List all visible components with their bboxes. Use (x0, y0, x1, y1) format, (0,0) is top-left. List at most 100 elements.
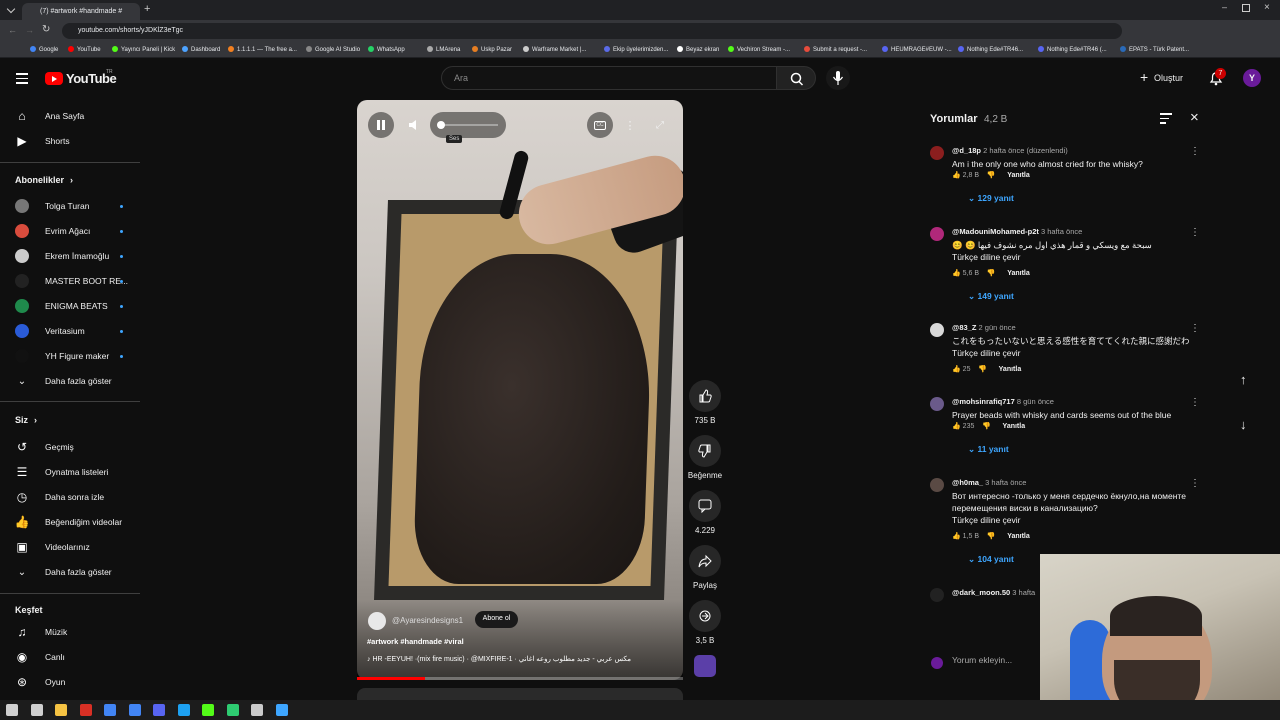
commenter-avatar[interactable] (930, 323, 944, 337)
bookmark-item[interactable]: Submit a request -... (804, 46, 867, 53)
commenter-avatar[interactable] (930, 478, 944, 492)
browser-tab[interactable]: (7) #artwork #handmade # (22, 3, 140, 20)
sidebar-subscription[interactable]: ENIGMA BEATS (0, 295, 140, 317)
reload-icon[interactable]: ↻ (42, 24, 50, 35)
sidebar-item-like[interactable]: 👍 Beğendiğim videolar (0, 511, 140, 533)
comments-button[interactable] (689, 490, 721, 522)
sidebar-item-home[interactable]: ⌂ Ana Sayfa (0, 105, 140, 127)
bookmark-item[interactable]: Yayıncı Paneli | Kick (112, 46, 175, 53)
remix-button[interactable] (689, 600, 721, 632)
sidebar-item-clock[interactable]: ◷ Daha sonra izle (0, 486, 140, 508)
comment-menu-icon[interactable]: ⋮ (1190, 478, 1200, 489)
sidebar-item-history[interactable]: ↺ Geçmiş (0, 436, 140, 458)
show-more-you[interactable]: ⌄ Daha fazla göster (0, 561, 140, 583)
captions-button[interactable]: CC (587, 112, 613, 138)
bookmark-item[interactable]: EPATS - Türk Patent... (1120, 46, 1189, 53)
show-more-subscriptions[interactable]: ⌄ Daha fazla göster (0, 370, 140, 392)
taskbar-app-icon[interactable] (6, 704, 18, 716)
explore-header[interactable]: Keşfet (15, 605, 43, 615)
youtube-logo-icon[interactable] (45, 72, 63, 85)
new-tab-icon[interactable]: + (144, 3, 150, 15)
account-avatar[interactable]: Y (1243, 69, 1261, 87)
like-button[interactable] (689, 380, 721, 412)
comment-menu-icon[interactable]: ⋮ (1190, 323, 1200, 334)
scroll-up-button[interactable]: ↑ (1240, 372, 1247, 387)
taskbar-app-icon[interactable] (202, 704, 214, 716)
bookmark-item[interactable]: Uskp Pazar (472, 46, 512, 53)
close-window-icon[interactable]: × (1264, 2, 1270, 13)
share-button[interactable] (689, 545, 721, 577)
dislike-button[interactable] (689, 435, 721, 467)
bookmark-item[interactable]: Warframe Market |... (523, 46, 586, 53)
commenter-handle[interactable]: @dark_moon.50 3 hafta (952, 588, 1035, 597)
sort-button[interactable] (1160, 113, 1172, 124)
video-progress-bar[interactable] (357, 677, 683, 680)
thumbs-down-icon[interactable]: 👎 (987, 270, 996, 277)
commenter-handle[interactable]: @mohsinrafiq717 8 gün önce (952, 397, 1054, 406)
sidebar-subscription[interactable]: YH Figure maker (0, 345, 140, 367)
reply-button[interactable]: Yanıtla (1007, 533, 1030, 540)
comment-menu-icon[interactable]: ⋮ (1190, 397, 1200, 408)
comment-menu-icon[interactable]: ⋮ (1190, 227, 1200, 238)
translate-link[interactable]: Türkçe diline çevir (952, 515, 1021, 525)
translate-link[interactable]: Türkçe diline çevir (952, 348, 1021, 358)
close-comments-button[interactable]: × (1190, 109, 1199, 126)
shorts-video-player[interactable] (357, 100, 683, 680)
sound-thumbnail[interactable] (694, 655, 716, 677)
reply-button[interactable]: Yanıtla (999, 366, 1022, 373)
add-comment-input[interactable]: Yorum ekleyin... (930, 655, 1012, 665)
channel-avatar[interactable] (368, 612, 386, 630)
taskbar-app-icon[interactable] (153, 704, 165, 716)
tab-list-icon[interactable] (6, 4, 16, 14)
commenter-handle[interactable]: @d_18p 2 hafta önce (düzenlendi) (952, 146, 1068, 155)
minimize-icon[interactable]: – (1222, 2, 1227, 12)
replies-toggle[interactable]: ⌄ 104 yanıt (968, 554, 1014, 565)
bookmark-item[interactable]: YouTube (68, 46, 101, 53)
music-line[interactable]: ♪ HR -EEYUH! ·(mix fire music) · @MIXFIR… (367, 655, 631, 663)
taskbar-app-icon[interactable] (30, 704, 43, 716)
replies-toggle[interactable]: ⌄ 149 yanıt (968, 291, 1014, 302)
thumbs-up-icon[interactable]: 👍 (952, 172, 961, 179)
taskbar-app-icon[interactable] (251, 704, 263, 716)
replies-toggle[interactable]: ⌄ 11 yanıt (968, 444, 1009, 455)
thumbs-up-icon[interactable]: 👍 (952, 270, 961, 277)
next-short-preview[interactable] (357, 688, 683, 700)
taskbar-app-icon[interactable] (104, 704, 116, 716)
channel-name[interactable]: @Ayaresindesigns1 (392, 616, 463, 625)
thumbs-down-icon[interactable]: 👎 (978, 366, 987, 373)
commenter-handle[interactable]: @MadouniMohamed-p2t 3 hafta önce (952, 227, 1082, 236)
bookmark-item[interactable]: HEUMRAGE#EUW -... (882, 46, 952, 53)
create-button[interactable]: + Oluştur (1136, 68, 1196, 88)
sidebar-item-music[interactable]: ♫ Müzik (0, 621, 140, 643)
sidebar-subscription[interactable]: Veritasium (0, 320, 140, 342)
comment-menu-icon[interactable]: ⋮ (1190, 146, 1200, 157)
share-action[interactable]: Paylaş (683, 545, 727, 590)
sidebar-subscription[interactable]: Ekrem İmamoğlu (0, 245, 140, 267)
dislike-action[interactable]: Beğenme (683, 435, 727, 480)
maximize-icon[interactable] (1242, 4, 1250, 12)
bookmark-item[interactable]: Nothing Ede#TR46... (958, 46, 1023, 53)
reply-button[interactable]: Yanıtla (1003, 423, 1026, 430)
sidebar-item-playlist[interactable]: ☰ Oynatma listeleri (0, 461, 140, 483)
forward-icon[interactable]: → (25, 25, 34, 35)
volume-track[interactable] (440, 124, 498, 126)
thumbs-up-icon[interactable]: 👍 (952, 533, 961, 540)
notifications-button[interactable]: 7 (1208, 68, 1226, 86)
pause-button[interactable] (368, 112, 394, 138)
comments-action[interactable]: 4.229 (683, 490, 727, 535)
commenter-avatar[interactable] (930, 588, 944, 602)
replies-toggle[interactable]: ⌄ 129 yanıt (968, 193, 1014, 204)
bookmark-item[interactable]: WhatsApp (368, 46, 405, 53)
more-options-button[interactable]: ⋮ (617, 112, 643, 138)
bookmark-item[interactable]: Ekip üyelerimizden... (604, 46, 668, 53)
taskbar-app-icon[interactable] (55, 704, 67, 716)
translate-link[interactable]: Türkçe diline çevir (952, 252, 1021, 262)
video-hashtags[interactable]: #artwork #handmade #viral (367, 637, 464, 646)
commenter-avatar[interactable] (930, 227, 944, 241)
bookmark-item[interactable]: LMArena (427, 46, 460, 53)
like-action[interactable]: 735 B (683, 380, 727, 425)
scroll-down-button[interactable]: ↓ (1240, 417, 1247, 432)
bookmark-item[interactable]: Google AI Studio (306, 46, 360, 53)
menu-icon[interactable] (16, 73, 28, 84)
subscriptions-header[interactable]: Abonelikler › (15, 175, 73, 185)
